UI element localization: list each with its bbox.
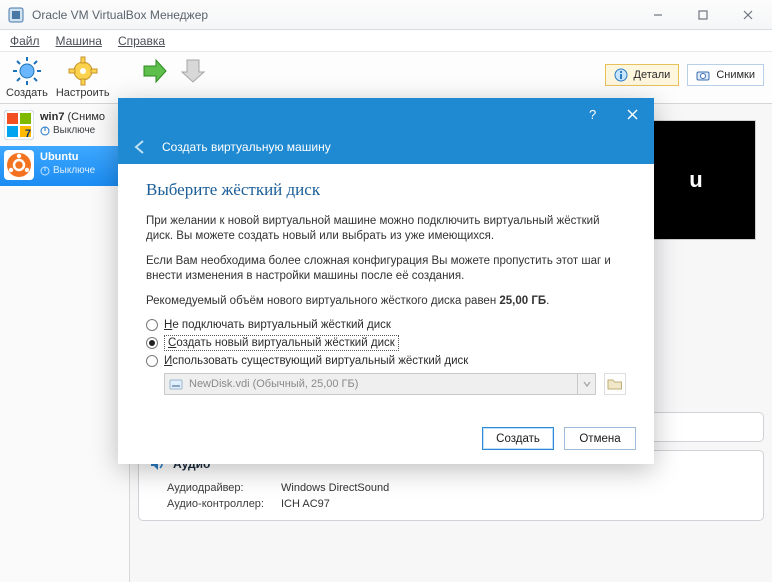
radio-existing-disk[interactable]: Использовать существующий виртуальный жё… (146, 355, 626, 367)
audio-controller-value: ICH AC97 (281, 496, 330, 512)
chevron-down-icon (583, 380, 591, 388)
menu-machine[interactable]: Машина (56, 34, 102, 48)
dialog-titlebar: ? (118, 98, 654, 130)
toolbar-start-button[interactable] (140, 56, 170, 99)
cancel-button[interactable]: Отмена (564, 427, 636, 450)
dialog-footer: Создать Отмена (482, 427, 636, 450)
create-button[interactable]: Создать (482, 427, 554, 450)
tab-details[interactable]: Детали (605, 64, 680, 86)
virtualbox-logo-icon (8, 7, 24, 23)
disk-icon (169, 377, 183, 391)
dialog-subheader: Создать виртуальную машину (118, 130, 654, 164)
audio-driver-label: Аудиодрайвер: (167, 480, 277, 496)
svg-text:?: ? (589, 108, 596, 120)
tab-snapshots-label: Снимки (716, 69, 755, 81)
toolbar-settings-button[interactable]: Настроить (56, 56, 110, 99)
dialog-text-2: Если Вам необходима более сложная конфиг… (146, 254, 626, 284)
close-button[interactable] (725, 0, 770, 29)
toolbar: Создать Настроить Детали Снимки (0, 52, 772, 104)
vm-preview: u (636, 120, 756, 240)
back-arrow-icon[interactable] (132, 139, 148, 155)
toolbar-settings-label: Настроить (56, 87, 110, 99)
minimize-button[interactable] (635, 0, 680, 29)
start-arrow-icon (140, 56, 170, 86)
dialog-body: Выберите жёсткий диск При желании к ново… (118, 164, 654, 401)
radio-no-disk[interactable]: Не подключать виртуальный жёсткий диск (146, 319, 626, 331)
sun-new-icon (12, 56, 42, 86)
radio-icon (146, 337, 158, 349)
window-title: Oracle VM VirtualBox Менеджер (32, 8, 208, 22)
dialog-close-button[interactable] (612, 98, 652, 130)
disk-combo-box: NewDisk.vdi (Обычный, 25,00 ГБ) (164, 373, 578, 395)
discard-arrow-icon (178, 56, 208, 86)
vm-state: Выключе (53, 164, 95, 178)
dialog-text-1: При желании к новой виртуальной машине м… (146, 214, 626, 244)
browse-disk-button (604, 373, 626, 395)
vm-name: win7 (40, 111, 64, 123)
vm-state: Выключе (53, 124, 95, 138)
titlebar: Oracle VM VirtualBox Менеджер (0, 0, 772, 30)
maximize-button[interactable] (680, 0, 725, 29)
disk-combo-value: NewDisk.vdi (Обычный, 25,00 ГБ) (189, 378, 358, 390)
dialog-text-3: Рекомедуемый объём нового виртуального ж… (146, 294, 626, 309)
dialog-wizard-title: Создать виртуальную машину (162, 140, 331, 154)
menu-file[interactable]: Файл (10, 34, 40, 48)
menubar: Файл Машина Справка (0, 30, 772, 52)
tab-snapshots[interactable]: Снимки (687, 64, 764, 86)
camera-icon (696, 68, 710, 82)
vm-item-ubuntu[interactable]: Ubuntu Выключе (0, 146, 129, 186)
radio-create-disk[interactable]: Создать новый виртуальный жёсткий диск (146, 335, 626, 351)
toolbar-discard-button[interactable] (178, 56, 208, 99)
power-off-icon (40, 166, 50, 176)
toolbar-create-label: Создать (6, 87, 48, 99)
existing-disk-combo: NewDisk.vdi (Обычный, 25,00 ГБ) (164, 373, 626, 395)
folder-open-icon (607, 377, 623, 391)
vm-item-win7[interactable]: 7 win7 (Снимо Выключе (0, 106, 129, 146)
create-vm-dialog: ? Создать виртуальную машину Выберите жё… (118, 98, 654, 464)
disk-combo-dropdown (578, 373, 596, 395)
menu-help[interactable]: Справка (118, 34, 165, 48)
radio-icon (146, 355, 158, 367)
audio-controller-label: Аудио-контроллер: (167, 496, 277, 512)
vm-name: Ubuntu (40, 150, 95, 164)
gear-icon (68, 56, 98, 86)
vm-list[interactable]: 7 win7 (Снимо Выключе Ubuntu Выключе (0, 104, 130, 582)
dialog-heading: Выберите жёсткий диск (146, 180, 626, 200)
ubuntu-icon (4, 150, 34, 180)
dialog-help-button[interactable]: ? (572, 98, 612, 130)
power-off-icon (40, 126, 50, 136)
toolbar-create-button[interactable]: Создать (6, 56, 48, 99)
windows7-icon: 7 (4, 110, 34, 140)
tab-details-label: Детали (634, 69, 671, 81)
details-icon (614, 68, 628, 82)
radio-icon (146, 319, 158, 331)
audio-driver-value: Windows DirectSound (281, 480, 389, 496)
svg-text:7: 7 (25, 128, 31, 140)
